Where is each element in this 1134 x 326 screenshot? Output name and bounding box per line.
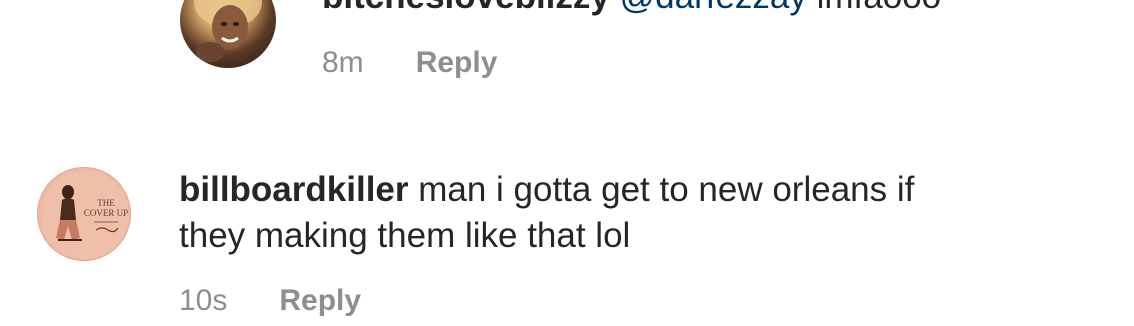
reply-button[interactable]: Reply [416,46,498,80]
comment-timestamp: 8m [322,46,364,79]
logo-text-the: THE [97,198,115,208]
reply-button[interactable]: Reply [279,284,361,318]
comment-body: lmfaooo [817,0,942,16]
comment-text: bitcheslovebilzzy @darfezzay lmfaooo [322,0,941,20]
comment-timestamp: 10s [179,284,228,317]
comment-username[interactable]: bitcheslovebilzzy [322,0,610,16]
comment-username[interactable]: billboardkiller [179,170,409,209]
avatar[interactable] [180,0,276,68]
avatar[interactable]: THE COVER UP [37,167,131,261]
logo-text-cover-up: COVER UP [84,208,128,218]
comment-text: billboardkiller man i gotta get to new o… [179,167,1079,259]
avatar-logo: THE COVER UP [41,171,129,259]
comment-meta: 10s Reply [179,284,361,318]
comment-body-line1: man i gotta get to new orleans if [418,170,915,209]
avatar-photo [194,0,262,62]
comment-mention[interactable]: @darfezzay [620,0,807,16]
comment-body-line2: they making them like that lol [179,216,631,255]
comment-meta: 8m Reply [322,46,497,80]
